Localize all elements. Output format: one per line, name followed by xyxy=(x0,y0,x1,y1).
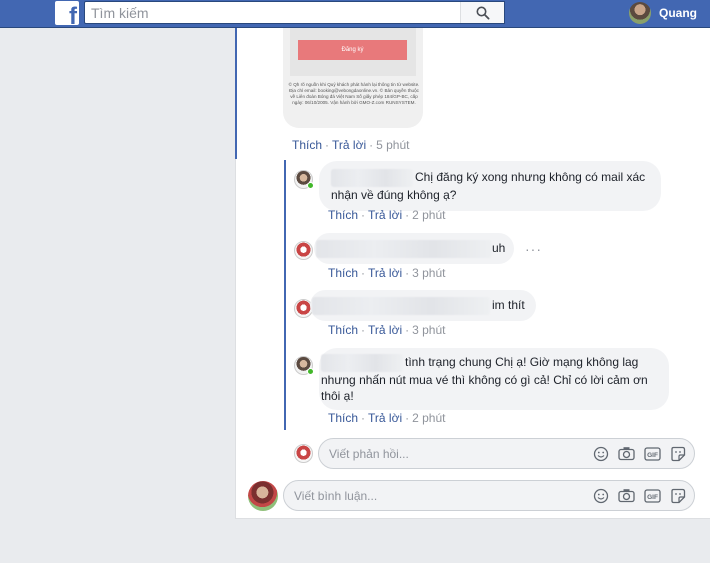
like-link[interactable]: Thích xyxy=(328,266,358,280)
reply-text: uh xyxy=(492,241,506,256)
like-link[interactable]: Thích xyxy=(328,208,358,222)
comment-input-box: GIF xyxy=(283,480,695,511)
camera-icon[interactable] xyxy=(618,488,635,503)
avatar xyxy=(629,2,651,24)
reply-input[interactable] xyxy=(329,439,569,468)
reply-link[interactable]: Trả lời xyxy=(368,208,402,222)
comment-tools: GIF xyxy=(593,481,686,510)
search-input[interactable] xyxy=(85,2,461,23)
like-link[interactable]: Thích xyxy=(328,411,358,425)
timestamp[interactable]: 3 phút xyxy=(412,323,445,337)
reply-actions: Thích · Trả lời · 2 phút xyxy=(328,411,446,425)
reply-bubble: Chị đăng ký xong nhưng không có mail xác… xyxy=(319,161,661,211)
reply-link[interactable]: Trả lời xyxy=(368,323,402,337)
user-name: Quang xyxy=(659,6,697,20)
emoji-icon[interactable] xyxy=(593,446,609,462)
reply-bubble: uh xyxy=(314,233,514,264)
emoji-icon[interactable] xyxy=(593,488,609,504)
redacted-name xyxy=(321,354,403,372)
reply-bubble: tình trạng chung Chị ạ! Giờ mạng không l… xyxy=(319,348,669,410)
reply-link[interactable]: Trả lời xyxy=(332,138,366,152)
thread-line xyxy=(284,160,286,430)
reply-link[interactable]: Trả lời xyxy=(368,266,402,280)
reply-bubble: im thít xyxy=(310,290,536,321)
comment-image-attachment[interactable]: Đăng ký © Qh rõ nguồn khi Quý khách phát… xyxy=(283,28,423,128)
search-icon xyxy=(476,6,490,20)
camera-icon[interactable] xyxy=(618,446,635,461)
profile-link[interactable]: Quang xyxy=(629,1,697,25)
search-box xyxy=(84,1,505,24)
reply-input-box: GIF xyxy=(318,438,695,469)
reply-actions: Thích · Trả lời · 2 phút xyxy=(328,208,446,222)
timestamp[interactable]: 3 phút xyxy=(412,266,445,280)
redacted-name xyxy=(316,240,492,258)
sticker-icon[interactable] xyxy=(670,446,686,462)
gif-icon[interactable]: GIF xyxy=(644,488,661,503)
more-options-button[interactable]: ··· xyxy=(525,241,542,257)
thread-line xyxy=(235,28,237,159)
comment-input[interactable] xyxy=(294,481,534,510)
timestamp[interactable]: 5 phút xyxy=(376,138,409,152)
online-indicator xyxy=(307,368,314,375)
like-link[interactable]: Thích xyxy=(292,138,322,152)
reply-tools: GIF xyxy=(593,439,686,468)
gif-icon[interactable]: GIF xyxy=(644,446,661,461)
avatar[interactable] xyxy=(294,241,313,260)
image-footer-text: © Qh rõ nguồn khi Quý khách phát hành lạ… xyxy=(288,82,420,105)
sticker-icon[interactable] xyxy=(670,488,686,504)
avatar xyxy=(248,481,278,511)
svg-text:GIF: GIF xyxy=(647,493,658,500)
reply-actions: Thích · Trả lời · 3 phút xyxy=(328,323,446,337)
reply-link[interactable]: Trả lời xyxy=(368,411,402,425)
reply-text: im thít xyxy=(492,298,525,313)
search-button[interactable] xyxy=(460,2,504,23)
facebook-logo[interactable]: f xyxy=(55,1,79,25)
top-navigation-bar: f Quang xyxy=(0,0,710,28)
comment-actions: Thích · Trả lời · 5 phút xyxy=(292,138,410,152)
reply-actions: Thích · Trả lời · 3 phút xyxy=(328,266,446,280)
avatar xyxy=(294,444,313,463)
redacted-name xyxy=(331,169,413,187)
timestamp[interactable]: 2 phút xyxy=(412,208,445,222)
svg-text:GIF: GIF xyxy=(647,451,658,458)
timestamp[interactable]: 2 phút xyxy=(412,411,445,425)
online-indicator xyxy=(307,182,314,189)
register-button-image: Đăng ký xyxy=(298,40,407,60)
like-link[interactable]: Thích xyxy=(328,323,358,337)
redacted-name xyxy=(312,297,490,315)
